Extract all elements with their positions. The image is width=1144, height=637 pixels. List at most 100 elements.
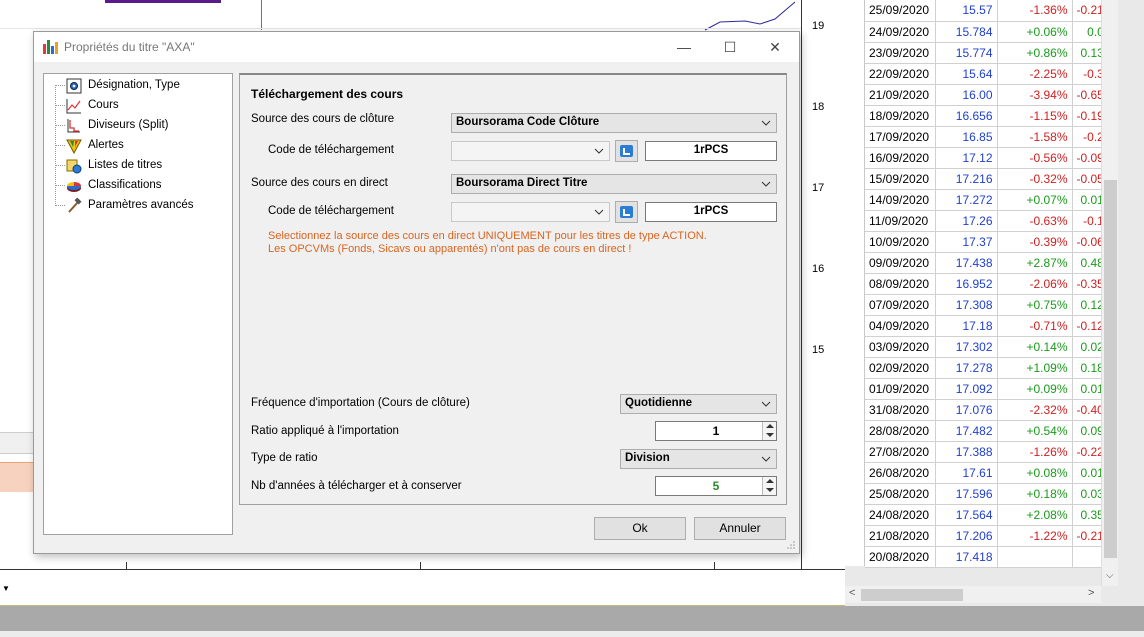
table-row[interactable]: 25/09/2020 15.57 -1.36% -0.21 [865,0,1109,22]
cancel-button[interactable]: Annuler [694,517,786,540]
chevron-down-icon [761,401,771,407]
price-cell: 15.784 [935,21,998,43]
table-row[interactable]: 01/09/2020 17.092 +0.09% 0.01 [865,378,1109,400]
horizontal-scrollbar[interactable]: < > [845,586,1101,603]
date-cell: 20/08/2020 [865,546,936,568]
table-row[interactable]: 31/08/2020 17.076 -2.32% -0.40 [865,399,1109,421]
download-code-select[interactable] [451,141,610,161]
vertical-scrollbar[interactable]: ⌵ [1101,0,1118,586]
table-row[interactable]: 23/09/2020 15.774 +0.86% 0.13 [865,42,1109,64]
price-tick: 19 [812,20,825,32]
table-row[interactable]: 15/09/2020 17.216 -0.32% -0.05 [865,168,1109,190]
resize-grip-icon[interactable] [786,540,796,550]
date-cell: 16/09/2020 [865,147,936,169]
frequency-value: Quotidienne [625,397,693,409]
scroll-left-icon[interactable]: < [849,587,855,599]
table-row[interactable]: 03/09/2020 17.302 +0.14% 0.02 [865,336,1109,358]
chart-series-line [261,0,262,30]
quotes-grid[interactable]: 25/09/2020 15.57 -1.36% -0.21 24/09/2020 15.7… [845,0,1144,606]
download-code-input[interactable]: 1rPCS [645,141,777,161]
scroll-thumb[interactable] [861,589,963,601]
live-download-code-input[interactable]: 1rPCS [645,202,777,222]
table-row[interactable]: 21/08/2020 17.206 -1.22% -0.21 [865,525,1109,547]
table-row[interactable]: 24/08/2020 17.564 +2.08% 0.35 [865,504,1109,526]
table-row[interactable]: 14/09/2020 17.272 +0.07% 0.01 [865,189,1109,211]
minimize-button[interactable]: — [670,37,698,57]
date-cell: 01/09/2020 [865,378,936,400]
tree-item-cours[interactable]: Cours [44,96,232,116]
date-cell: 24/09/2020 [865,21,936,43]
table-row[interactable]: 10/09/2020 17.37 -0.39% -0.06 [865,231,1109,253]
price-cell: 17.12 [935,147,998,169]
change-percent-cell: +0.75% [997,294,1073,316]
table-row[interactable]: 09/09/2020 17.438 +2.87% 0.48 [865,252,1109,274]
years-stepper[interactable]: 5 [655,476,777,496]
refresh-code-button[interactable] [615,140,638,162]
change-percent-cell: -3.94% [997,84,1073,106]
table-row[interactable]: 26/08/2020 17.61 +0.08% 0.01 [865,462,1109,484]
price-tick: 15 [812,344,825,356]
close-button[interactable]: ✕ [761,37,789,57]
scroll-down-icon[interactable]: ⌵ [1106,570,1114,581]
price-cell: 16.656 [935,105,998,127]
maximize-button[interactable]: ☐ [716,37,744,57]
ok-button[interactable]: Ok [594,517,686,540]
table-row[interactable]: 07/09/2020 17.308 +0.75% 0.12 [865,294,1109,316]
date-cell: 27/08/2020 [865,441,936,463]
table-row[interactable]: 02/09/2020 17.278 +1.09% 0.18 [865,357,1109,379]
price-cell: 17.272 [935,189,998,211]
table-row[interactable]: 11/09/2020 17.26 -0.63% -0.1 [865,210,1109,232]
table-row[interactable]: 24/09/2020 15.784 +0.06% 0.0 [865,21,1109,43]
tree-item-alertes[interactable]: Alertes [44,136,232,156]
table-row[interactable]: 22/09/2020 15.64 -2.25% -0.3 [865,63,1109,85]
table-row[interactable]: 20/08/2020 17.418 [865,546,1109,568]
date-cell: 17/09/2020 [865,126,936,148]
close-source-select[interactable]: Boursorama Code Clôture [451,113,777,133]
table-row[interactable]: 08/09/2020 16.952 -2.06% -0.35 [865,273,1109,295]
section-title: Téléchargement des cours [251,87,404,101]
change-percent-cell: +0.54% [997,420,1073,442]
tree-item-label: Diviseurs (Split) [88,119,169,131]
change-percent-cell: -2.06% [997,273,1073,295]
scroll-thumb[interactable] [1104,180,1117,558]
line-chart-icon [66,99,81,114]
date-cell: 23/09/2020 [865,42,936,64]
price-tick: 17 [812,182,825,194]
ratio-stepper[interactable]: 1 [655,421,777,441]
change-percent-cell: -1.58% [997,126,1073,148]
stepper-arrows-icon[interactable] [762,422,776,440]
tree-item-label: Classifications [88,179,162,191]
tree-item-parametres[interactable]: Paramètres avancés [44,196,232,216]
row-header-column [845,0,865,566]
live-source-select[interactable]: Boursorama Direct Titre [451,174,777,194]
table-row[interactable]: 18/09/2020 16.656 -1.15% -0.19 [865,105,1109,127]
stepper-arrows-icon[interactable] [762,477,776,495]
table-row[interactable]: 25/08/2020 17.596 +0.18% 0.03 [865,483,1109,505]
price-cell: 17.482 [935,420,998,442]
change-percent-cell: -2.25% [997,63,1073,85]
frequency-select[interactable]: Quotidienne [620,394,777,414]
table-row[interactable]: 16/09/2020 17.12 -0.56% -0.09 [865,147,1109,169]
price-cell: 16.952 [935,273,998,295]
ratio-type-select[interactable]: Division [620,449,777,469]
dialog-titlebar[interactable]: Propriétés du titre "AXA" — ☐ ✕ [34,32,799,62]
live-download-code-select[interactable] [451,202,610,222]
refresh-live-code-button[interactable] [615,201,638,223]
table-row[interactable]: 21/09/2020 16.00 -3.94% -0.65 [865,84,1109,106]
change-percent-cell: +0.07% [997,189,1073,211]
tree-item-designation[interactable]: Désignation, Type [44,76,232,96]
price-cell: 15.774 [935,42,998,64]
tree-item-classifications[interactable]: Classifications [44,176,232,196]
change-percent-cell: -0.39% [997,231,1073,253]
tree-item-listes[interactable]: Listes de titres [44,156,232,176]
scroll-down-icon[interactable]: ▼ [2,584,10,593]
table-row[interactable]: 04/09/2020 17.18 -0.71% -0.12 [865,315,1109,337]
years-value: 5 [712,479,720,493]
gear-doc-icon [66,78,82,94]
category-tree[interactable]: Désignation, Type Cours Diviseurs (Split… [43,73,233,535]
tree-item-diviseurs[interactable]: Diviseurs (Split) [44,116,232,136]
table-row[interactable]: 27/08/2020 17.388 -1.26% -0.22 [865,441,1109,463]
scroll-right-icon[interactable]: > [1088,587,1094,599]
table-row[interactable]: 28/08/2020 17.482 +0.54% 0.09 [865,420,1109,442]
table-row[interactable]: 17/09/2020 16.85 -1.58% -0.2 [865,126,1109,148]
